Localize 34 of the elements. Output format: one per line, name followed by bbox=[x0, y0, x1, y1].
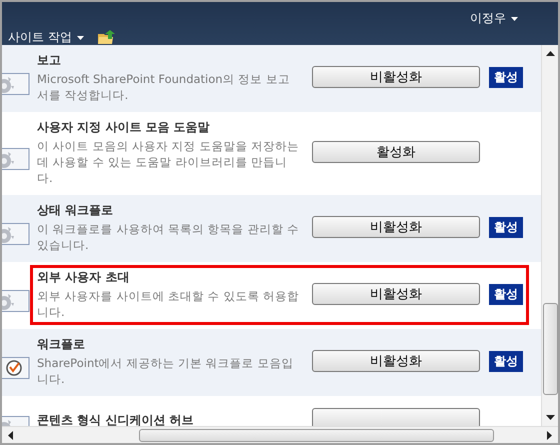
deactivate-button[interactable]: 비활성화 bbox=[312, 66, 480, 88]
activate-button[interactable]: 활성화 bbox=[312, 141, 480, 163]
caret-icon bbox=[511, 16, 518, 20]
scroll-thumb[interactable] bbox=[542, 303, 558, 395]
status-badge: 활성 bbox=[489, 351, 523, 372]
user-menu[interactable]: 이정우 bbox=[470, 10, 518, 27]
deactivate-button[interactable]: 비활성화 bbox=[312, 216, 480, 238]
activate-button[interactable] bbox=[312, 408, 480, 426]
feature-title: 콘텐츠 형식 신디케이션 허브 bbox=[37, 412, 195, 426]
horizontal-scrollbar[interactable] bbox=[2, 426, 558, 443]
status-badge: 활성 bbox=[489, 67, 523, 88]
deactivate-button[interactable]: 비활성화 bbox=[312, 283, 480, 305]
vertical-scrollbar[interactable] bbox=[541, 45, 558, 426]
scroll-right-icon[interactable] bbox=[547, 430, 552, 440]
feature-description: SharePoint에서 제공하는 기본 워크플로 모음입니다. bbox=[37, 355, 294, 387]
feature-title: 외부 사용자 초대 bbox=[37, 269, 130, 286]
feature-title: 보고 bbox=[37, 52, 62, 69]
status-badge: 활성 bbox=[489, 217, 523, 238]
scroll-left-icon[interactable] bbox=[8, 430, 13, 440]
deactivate-button[interactable]: 비활성화 bbox=[312, 350, 480, 372]
folder-upload-icon[interactable] bbox=[98, 30, 116, 45]
status-badge: 활성 bbox=[489, 284, 523, 305]
scroll-up-icon[interactable] bbox=[546, 51, 554, 56]
scroll-down-icon[interactable] bbox=[546, 415, 554, 420]
feature-title: 상태 워크플로 bbox=[37, 202, 114, 219]
caret-icon bbox=[76, 36, 84, 40]
feature-description: 이 워크플로를 사용하여 목록의 항목을 관리할 수 있습니다. bbox=[37, 221, 299, 253]
scroll-thumb[interactable] bbox=[139, 428, 494, 442]
feature-title: 사용자 지정 사이트 모음 도움말 bbox=[37, 119, 211, 136]
feature-description: 이 사이트 모음의 사용자 지정 도움말을 저장하는 데 사용할 수 있는 도움말 라이브러리를 만듭니다. bbox=[37, 138, 299, 186]
feature-description: 외부 사용자를 사이트에 초대할 수 있도록 허용합니다. bbox=[37, 288, 299, 320]
feature-title: 워크플로 bbox=[37, 336, 86, 353]
feature-description: Microsoft SharePoint Foundation의 정보 보고서를 작성합니다. bbox=[37, 71, 291, 103]
site-actions-menu[interactable]: 사이트 작업 bbox=[8, 29, 84, 46]
